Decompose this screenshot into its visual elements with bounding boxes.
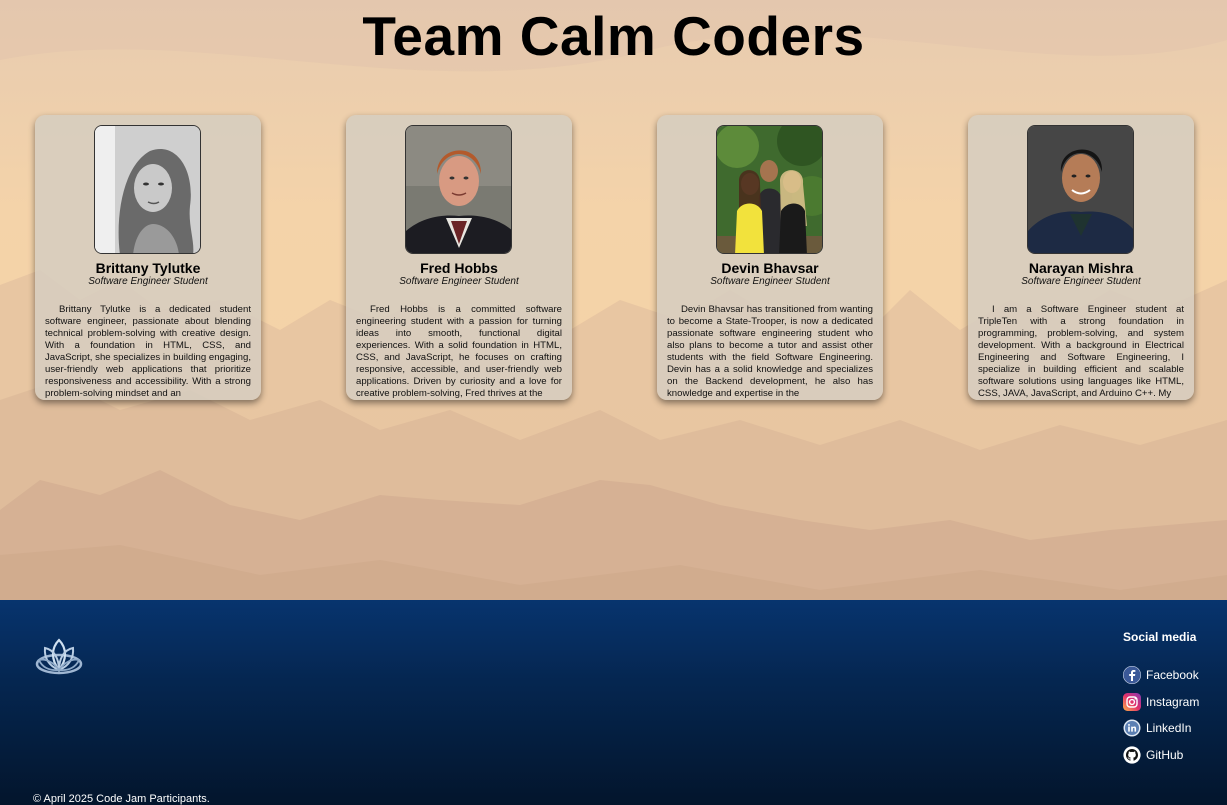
- member-name: Narayan Mishra: [1028, 260, 1134, 276]
- team-member-card: Fred Hobbs Software Engineer Student Fre…: [346, 115, 572, 400]
- footer: Social media Facebook Instagram LinkedIn…: [0, 600, 1227, 805]
- instagram-icon: [1123, 692, 1141, 711]
- page-title: Team Calm Coders: [362, 5, 865, 67]
- team-member-card: Brittany Tylutke Software Engineer Stude…: [35, 115, 261, 400]
- member-bio: Brittany Tylutke is a dedicated student …: [45, 304, 251, 398]
- copyright-text: © April 2025 Code Jam Participants.: [33, 793, 210, 805]
- member-role: Software Engineer Student: [1021, 276, 1141, 287]
- facebook-link[interactable]: Facebook: [1123, 662, 1199, 689]
- github-link[interactable]: GitHub: [1123, 742, 1199, 769]
- linkedin-label: LinkedIn: [1146, 721, 1192, 736]
- member-photo: [1027, 125, 1134, 254]
- github-icon: [1123, 746, 1141, 764]
- member-bio: Devin Bhavsar has transitioned from want…: [667, 304, 873, 398]
- team-member-card: Devin Bhavsar Software Engineer Student …: [657, 115, 883, 400]
- github-label: GitHub: [1146, 747, 1184, 762]
- team-member-card: Narayan Mishra Software Engineer Student…: [968, 115, 1194, 400]
- linkedin-icon: [1123, 719, 1141, 737]
- social-media-title: Social media: [1123, 630, 1197, 644]
- hero-section: Team Calm Coders Brittany Tylutke Softwa…: [0, 0, 1227, 600]
- member-role: Software Engineer Student: [399, 276, 519, 287]
- member-bio: I am a Software Engineer student at Trip…: [978, 304, 1184, 398]
- facebook-icon: [1123, 666, 1141, 685]
- member-photo: [94, 125, 201, 254]
- member-bio: Fred Hobbs is a committed software engin…: [356, 304, 562, 398]
- member-photo: [716, 125, 823, 254]
- social-links: Facebook Instagram LinkedIn GitHub: [1123, 662, 1199, 768]
- instagram-label: Instagram: [1146, 694, 1200, 709]
- facebook-label: Facebook: [1146, 668, 1199, 683]
- member-name: Fred Hobbs: [420, 260, 498, 276]
- member-name: Brittany Tylutke: [95, 260, 201, 276]
- lotus-logo-icon[interactable]: [35, 636, 83, 681]
- linkedin-link[interactable]: LinkedIn: [1123, 715, 1199, 742]
- member-role: Software Engineer Student: [88, 276, 208, 287]
- member-photo: [405, 125, 512, 254]
- instagram-link[interactable]: Instagram: [1123, 689, 1199, 716]
- member-role: Software Engineer Student: [710, 276, 830, 287]
- member-name: Devin Bhavsar: [721, 260, 819, 276]
